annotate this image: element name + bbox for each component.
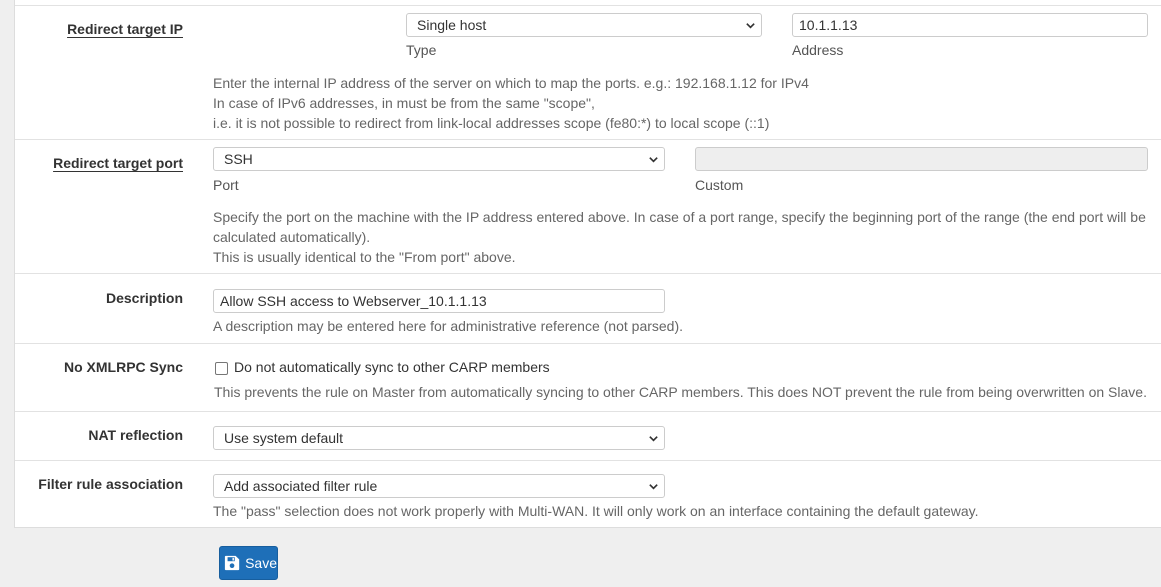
nat-reflection-select[interactable]: Use system default [213, 426, 665, 450]
row-no-xmlrpc-sync: No XMLRPC Sync Do not automatically sync… [15, 343, 1161, 411]
save-button[interactable]: Save [219, 546, 278, 580]
filter-rule-association-value: Add associated filter rule [224, 478, 378, 494]
row-description: Description Allow SSH access to Webserve… [15, 273, 1161, 343]
redirect-target-address-input[interactable]: 10.1.1.13 [792, 13, 1148, 37]
description-help: A description may be entered here for ad… [213, 318, 684, 334]
chevron-down-icon [649, 157, 658, 163]
row-nat-reflection: NAT reflection Use system default [15, 411, 1161, 460]
filter-rule-association-select[interactable]: Add associated filter rule [213, 474, 665, 498]
nat-reflection-value: Use system default [224, 430, 344, 446]
row-filter-rule-association: Filter rule association Add associated f… [15, 460, 1161, 528]
redirect-target-ip-help-3: i.e. it is not possible to redirect from… [213, 115, 770, 131]
redirect-target-port-help-3: This is usually identical to the "From p… [213, 249, 516, 265]
row-redirect-target-port: Redirect target port SSH Port Custom Spe… [15, 139, 1161, 273]
no-xmlrpc-sync-help: This prevents the rule on Master from au… [214, 384, 1147, 400]
redirect-target-port-help-2: calculated automatically). [213, 229, 371, 245]
port-forward-form-panel: Redirect target IP Single host Type 10.1… [14, 0, 1161, 528]
description-input[interactable]: Allow SSH access to Webserver_10.1.1.13 [213, 289, 665, 313]
redirect-target-ip-help-2: In case of IPv6 addresses, in must be fr… [213, 95, 595, 111]
redirect-target-type-caption: Type [406, 42, 437, 58]
redirect-target-port-caption: Port [213, 177, 239, 193]
redirect-target-custom-port-input[interactable] [695, 147, 1148, 171]
redirect-target-port-label: Redirect target port [53, 155, 183, 171]
chevron-down-icon [746, 23, 755, 29]
redirect-target-ip-label: Redirect target IP [67, 21, 183, 37]
no-xmlrpc-sync-checkbox-label[interactable]: Do not automatically sync to other CARP … [234, 359, 550, 375]
redirect-target-port-select[interactable]: SSH [213, 147, 665, 171]
no-xmlrpc-sync-label: No XMLRPC Sync [63, 359, 183, 375]
redirect-target-ip-help-1: Enter the internal IP address of the ser… [213, 75, 809, 91]
redirect-target-port-value: SSH [224, 151, 253, 167]
save-button-label: Save [245, 555, 277, 571]
redirect-target-address-caption: Address [792, 42, 844, 58]
chevron-down-icon [649, 484, 658, 490]
redirect-target-type-value: Single host [417, 17, 487, 33]
redirect-target-type-select[interactable]: Single host [406, 13, 762, 37]
filter-rule-association-label: Filter rule association [38, 476, 183, 492]
row-redirect-target-ip: Redirect target IP Single host Type 10.1… [15, 5, 1161, 139]
redirect-target-port-help-1: Specify the port on the machine with the… [213, 209, 1146, 225]
floppy-disk-icon [224, 555, 240, 571]
no-xmlrpc-sync-checkbox[interactable] [215, 362, 228, 375]
chevron-down-icon [649, 436, 658, 442]
nat-reflection-label: NAT reflection [88, 427, 183, 443]
redirect-target-custom-caption: Custom [695, 177, 744, 193]
filter-rule-association-help: The "pass" selection does not work prope… [213, 503, 979, 519]
description-label: Description [105, 290, 183, 306]
